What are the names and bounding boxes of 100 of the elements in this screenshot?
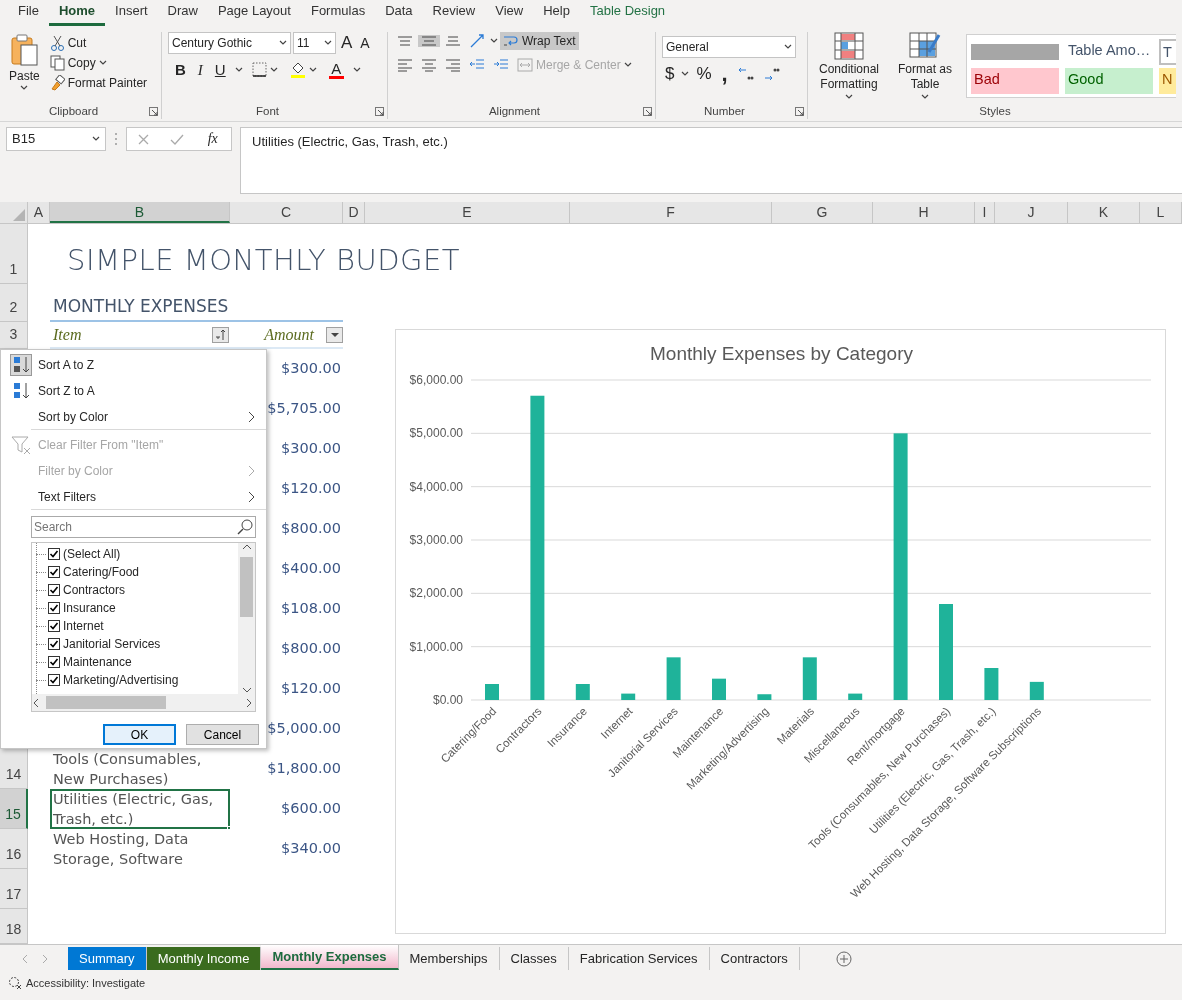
copy-button[interactable]: Copy [46,54,151,72]
add-icon[interactable] [835,950,852,967]
launcher-icon[interactable] [643,107,652,116]
insert-function-button[interactable]: fx [204,130,221,148]
row-header[interactable]: 1 [0,224,28,284]
formula-field[interactable]: Utilities (Electric, Gas, Trash, etc.) [240,127,1182,194]
column-header[interactable]: G [772,202,873,223]
column-header[interactable]: E [365,202,570,223]
ribbon-tab[interactable]: File [8,3,49,26]
scroll-left-icon[interactable] [22,953,28,964]
ribbon-tab[interactable]: Insert [105,3,158,26]
search-field[interactable]: Search [31,516,256,538]
filter-button[interactable] [326,326,343,343]
column-header[interactable]: C [230,202,343,223]
ribbon-tab[interactable]: Draw [157,3,208,26]
table-cell[interactable]: $1,800.00 [230,749,343,789]
scrollbar[interactable] [238,543,255,694]
font-size-field[interactable]: 11 [293,32,336,54]
ribbon-tab[interactable]: Help [533,3,580,26]
italic-button[interactable]: I [194,60,206,80]
align-middle-button[interactable] [418,35,440,47]
format-painter-button[interactable]: Format Painter [46,74,151,92]
name-box[interactable]: B15 [6,127,106,151]
sheet-tab[interactable]: Fabrication Services [568,947,710,970]
row-header[interactable]: 17 [0,869,28,909]
ribbon-tab[interactable]: Table Design [579,3,676,26]
comma-style-button[interactable]: , [718,64,731,84]
style-option[interactable]: T [1159,39,1176,65]
sheet-tab[interactable]: Monthly Expenses [261,945,399,970]
enter-icon[interactable] [170,132,185,146]
launcher-icon[interactable] [149,107,158,116]
column-header[interactable]: I [975,202,995,223]
paste-button[interactable]: Paste [6,32,43,103]
table-cell[interactable]: Tools (Consumables, New Purchases) [50,749,230,789]
number-format-field[interactable]: General [662,36,796,58]
currency-button[interactable]: $ [662,64,678,84]
ribbon-tab[interactable]: Page Layout [207,3,301,26]
table-cell[interactable]: Web Hosting, Data Storage, Software [50,829,230,869]
grow-font-button[interactable]: A [338,33,356,53]
checkbox[interactable] [48,638,60,650]
column-header[interactable]: D [343,202,365,223]
checkbox[interactable] [48,674,60,686]
shrink-font-button[interactable]: A [357,33,373,53]
ribbon-tab[interactable]: Formulas [300,3,376,26]
font-name-field[interactable]: Century Gothic [168,32,291,54]
menu-item[interactable]: Sort Z to A [1,378,266,404]
table-cell[interactable]: $600.00 [230,789,343,829]
row-header[interactable]: 3 [0,322,28,349]
style-swatch[interactable] [971,44,1059,60]
row-header[interactable]: 15 [0,789,28,829]
launcher-icon[interactable] [795,107,804,116]
row-header[interactable]: 16 [0,829,28,869]
style-option[interactable]: Good [1065,68,1153,94]
checkbox[interactable] [48,566,60,578]
cancel-button[interactable]: Cancel [186,724,259,745]
launcher-icon[interactable] [375,107,384,116]
style-option[interactable]: N [1159,68,1176,94]
table-cell[interactable]: Utilities (Electric, Gas, Trash, etc.) [50,789,230,829]
ribbon-tab[interactable]: Home [48,3,106,26]
ribbon-tab[interactable]: Review [422,3,486,26]
sheet-tab[interactable]: Monthly Income [146,947,262,970]
sheet-tab[interactable]: Memberships [398,947,500,970]
sheet-tab[interactable]: Summary [68,947,147,970]
style-option[interactable]: Table Amo… [1065,39,1153,65]
percent-button[interactable]: % [693,64,715,84]
conditional-formatting-button[interactable]: Conditional Formatting [814,32,884,103]
table-cell[interactable]: $340.00 [230,829,343,869]
checkbox[interactable] [48,602,60,614]
underline-button[interactable]: U [211,60,229,80]
bold-button[interactable]: B [172,60,189,80]
arrow-down-icon[interactable] [241,686,252,694]
ok-button[interactable]: OK [103,724,176,745]
column-header[interactable]: B [50,202,230,223]
menu-item[interactable]: Sort A to Z [1,352,266,378]
scroll-right-icon[interactable] [42,953,48,964]
sheet-tab[interactable]: Contractors [709,947,800,970]
ribbon-tab[interactable]: Data [375,3,423,26]
accessibility-icon[interactable] [8,976,22,990]
sheet-tab[interactable]: Classes [499,947,569,970]
checkbox[interactable] [48,548,60,560]
format-as-table-button[interactable]: Format as Table [890,32,960,103]
column-header[interactable]: J [995,202,1068,223]
scrollbar[interactable] [32,694,255,711]
column-header[interactable]: L [1140,202,1182,223]
arrow-up-icon[interactable] [241,543,252,551]
style-option[interactable]: Bad [971,68,1059,94]
ribbon-tab[interactable]: View [485,3,534,26]
font-color-button[interactable]: A [325,60,347,80]
status-text[interactable]: Accessibility: Investigate [26,974,146,992]
checkbox[interactable] [48,656,60,668]
column-header[interactable]: F [570,202,772,223]
row-header[interactable]: 2 [0,284,28,322]
wrap-text-button[interactable]: Wrap Text [500,32,579,50]
cut-button[interactable]: Cut [46,34,151,52]
row-header[interactable]: 14 [0,749,28,789]
column-header[interactable]: H [873,202,975,223]
row-header[interactable]: 18 [0,909,28,944]
column-header[interactable]: K [1068,202,1140,223]
checkbox[interactable] [48,584,60,596]
cancel-icon[interactable] [137,132,151,146]
